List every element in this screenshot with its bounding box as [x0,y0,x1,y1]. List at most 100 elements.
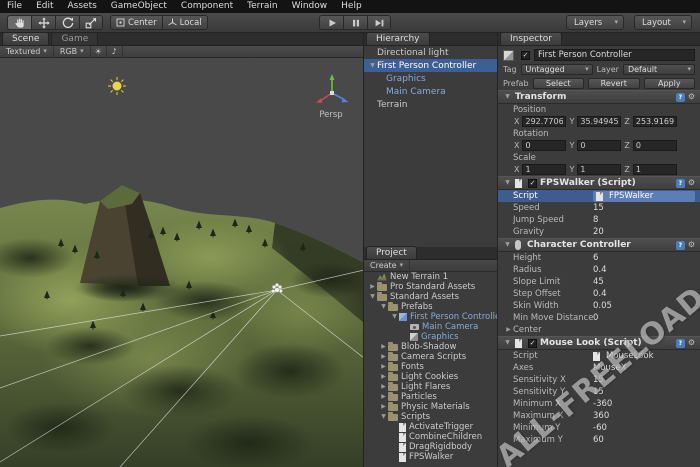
rotate-tool-button[interactable] [55,15,79,30]
project-item-fonts[interactable]: ▶ Fonts [364,362,497,372]
layout-dropdown[interactable]: Layout ▾ [634,15,692,30]
project-item-combinechildren[interactable]: CombineChildren [364,432,497,442]
play-button[interactable] [319,15,343,30]
fold-open-icon[interactable]: ▼ [368,62,377,69]
jump-speed-value[interactable]: 8 [593,215,695,225]
tab-inspector[interactable]: Inspector [500,32,562,45]
slope-limit-value[interactable]: 45 [593,277,695,287]
hierarchy-item-terrain[interactable]: Terrain [364,98,497,111]
maximum-y-value[interactable]: 60 [593,435,695,445]
draw-mode-dropdown[interactable]: Textured ▾ [0,45,54,58]
fold-closed-icon[interactable]: ▶ [379,384,388,390]
mouse-look-header[interactable]: ▼ ✓ Mouse Look (Script) ? ⚙ [498,336,700,350]
project-item-standard-assets[interactable]: ▼ Standard Assets [364,292,497,302]
rotation-y-field[interactable] [577,140,622,151]
fold-open-icon[interactable]: ▼ [368,294,377,300]
fold-open-icon[interactable]: ▼ [390,314,399,320]
gear-icon[interactable]: ⚙ [688,241,695,249]
project-item-blob-shadow[interactable]: ▶ Blob-Shadow [364,342,497,352]
fpswalker-script-row[interactable]: Script FPSWalker [498,190,700,202]
tab-game[interactable]: Game [51,32,99,45]
project-item-main-camera[interactable]: Main Camera [364,322,497,332]
menu-file[interactable]: File [0,0,29,13]
project-item-pro-standard-assets[interactable]: ▶ Pro Standard Assets [364,282,497,292]
step-button[interactable] [367,15,391,30]
fold-open-icon[interactable]: ▼ [503,94,512,100]
transform-component-header[interactable]: ▼ Transform ? ⚙ [498,90,700,104]
gear-icon[interactable]: ⚙ [688,179,695,187]
step-offset-value[interactable]: 0.4 [593,289,695,299]
minimum-x-value[interactable]: -360 [593,399,695,409]
gear-icon[interactable]: ⚙ [688,339,695,347]
hand-tool-button[interactable] [7,15,31,30]
fold-closed-icon[interactable]: ▶ [379,364,388,370]
tab-scene[interactable]: Scene [2,32,50,45]
create-dropdown[interactable]: Create ▾ [364,259,411,272]
sensitivity-x-value[interactable]: 15 [593,375,695,385]
project-item-light-cookies[interactable]: ▶ Light Cookies [364,372,497,382]
fold-open-icon[interactable]: ▼ [379,414,388,420]
fold-open-icon[interactable]: ▼ [503,242,512,248]
fold-closed-icon[interactable]: ▶ [379,404,388,410]
menu-edit[interactable]: Edit [29,0,60,13]
tab-hierarchy[interactable]: Hierarchy [366,32,430,45]
project-item-prefabs[interactable]: ▼ Prefabs [364,302,497,312]
speed-value[interactable]: 15 [593,203,695,213]
fold-open-icon[interactable]: ▼ [379,304,388,310]
fpswalker-component-header[interactable]: ▼ ✓ FPSWalker (Script) ? ⚙ [498,176,700,190]
center-row[interactable]: ▶ Center [498,324,700,336]
project-item-new-terrain[interactable]: New Terrain 1 [364,272,497,282]
fold-closed-icon[interactable]: ▶ [368,284,377,290]
position-z-field[interactable] [632,116,677,127]
pause-button[interactable] [343,15,367,30]
pivot-center-button[interactable]: Center [110,15,162,30]
project-item-scripts[interactable]: ▼ Scripts [364,412,497,422]
fold-closed-icon[interactable]: ▶ [379,394,388,400]
project-item-camera-scripts[interactable]: ▶ Camera Scripts [364,352,497,362]
project-item-light-flares[interactable]: ▶ Light Flares [364,382,497,392]
scene-lighting-toggle[interactable]: ☀ [91,45,107,58]
position-y-field[interactable] [577,116,622,127]
mouse-look-script-row[interactable]: Script MouseLook [498,350,700,362]
radius-value[interactable]: 0.4 [593,265,695,275]
render-mode-dropdown[interactable]: RGB ▾ [54,45,91,58]
hierarchy-item-graphics[interactable]: Graphics [364,72,497,85]
prefab-apply-button[interactable]: Apply [643,77,696,89]
script-reference-field[interactable]: FPSWalker [593,190,695,202]
menu-help[interactable]: Help [334,0,369,13]
prefab-revert-button[interactable]: Revert [588,77,640,89]
hierarchy-item-main-camera[interactable]: Main Camera [364,85,497,98]
menu-terrain[interactable]: Terrain [240,0,284,13]
project-item-particles[interactable]: ▶ Particles [364,392,497,402]
gear-icon[interactable]: ⚙ [688,93,695,101]
prefab-select-button[interactable]: Select [532,77,585,89]
fold-closed-icon[interactable]: ▶ [504,327,513,333]
scale-tool-button[interactable] [79,15,103,30]
menu-gameobject[interactable]: GameObject [104,0,174,13]
active-checkbox[interactable]: ✓ [521,50,530,60]
fpswalker-enabled-checkbox[interactable]: ✓ [528,178,537,188]
fold-closed-icon[interactable]: ▶ [379,354,388,360]
gravity-value[interactable]: 20 [593,227,695,237]
layers-dropdown[interactable]: Layers ▾ [566,15,624,30]
project-item-physic-materials[interactable]: ▶ Physic Materials [364,402,497,412]
menu-component[interactable]: Component [174,0,240,13]
rotation-x-field[interactable] [522,140,567,151]
move-tool-button[interactable] [31,15,55,30]
tab-project[interactable]: Project [366,246,417,259]
minimum-y-value[interactable]: -60 [593,423,695,433]
min-move-distance-value[interactable]: 0 [593,313,695,323]
axes-dropdown[interactable]: MouseX [593,363,695,373]
help-icon[interactable]: ? [675,178,685,188]
help-icon[interactable]: ? [675,92,685,102]
menu-window[interactable]: Window [285,0,335,13]
hierarchy-item-directional-light[interactable]: Directional light [364,46,497,59]
tag-dropdown[interactable]: Untagged ▾ [520,63,593,75]
project-item-first-person-controller[interactable]: ▼ First Person Controller [364,312,497,322]
fold-open-icon[interactable]: ▼ [503,340,512,346]
project-item-fpswalker[interactable]: FPSWalker [364,452,497,462]
menu-assets[interactable]: Assets [61,0,104,13]
scene-audio-toggle[interactable]: ♪ [107,45,123,58]
scale-y-field[interactable] [577,164,622,175]
scale-x-field[interactable] [522,164,567,175]
